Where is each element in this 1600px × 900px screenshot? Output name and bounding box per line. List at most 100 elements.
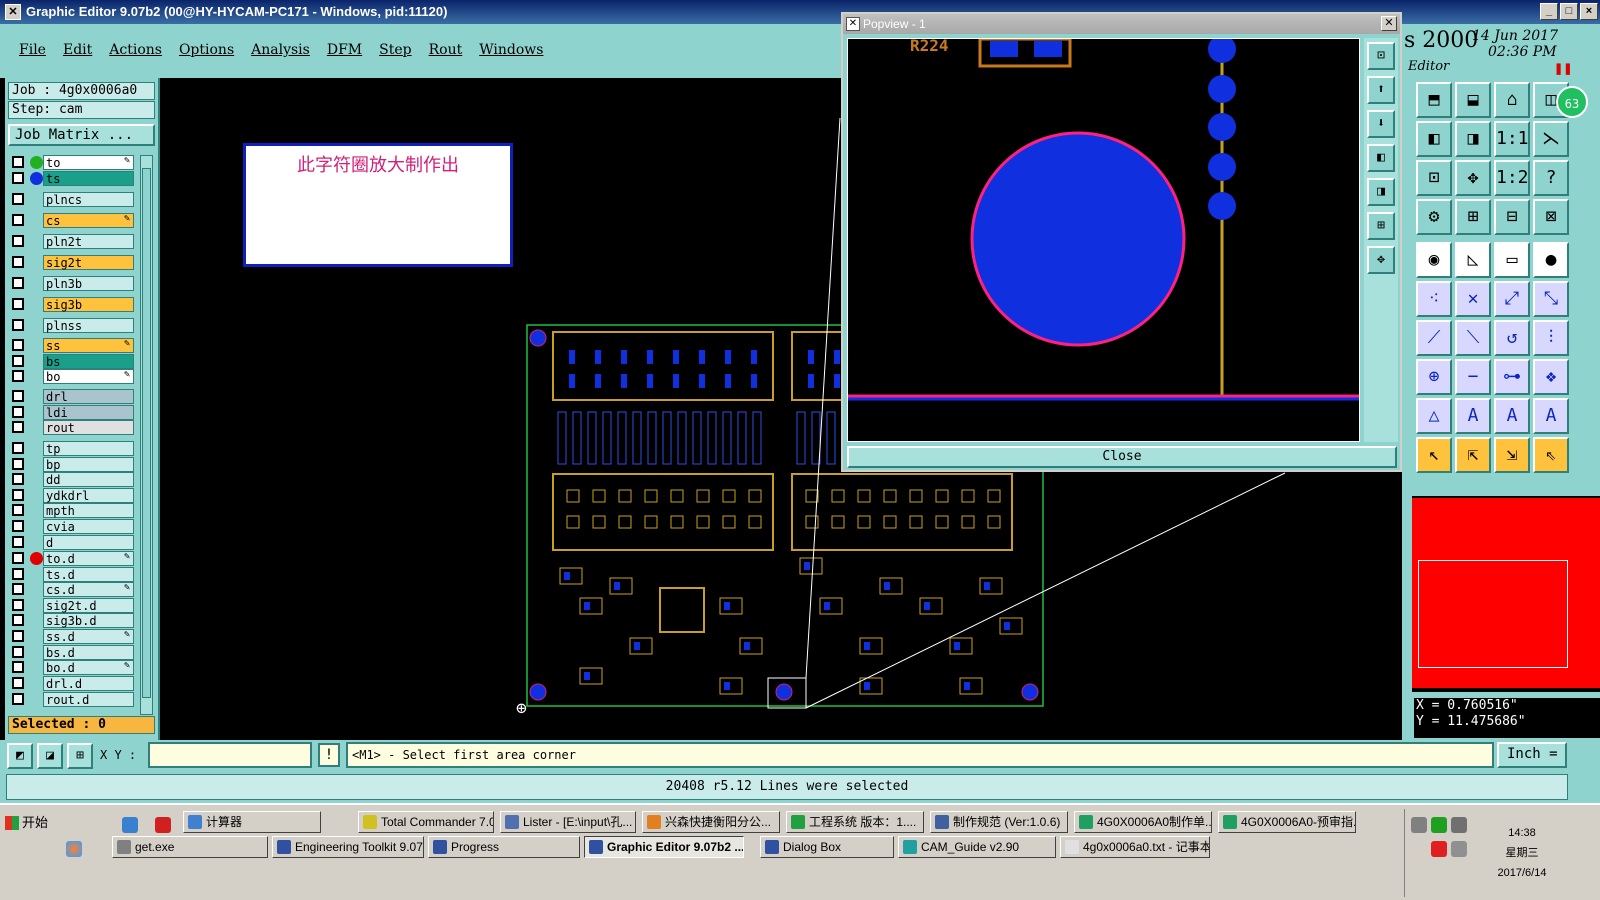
pause-icon[interactable]: ❚❚ [1554, 62, 1572, 75]
layer-name[interactable]: cs.d [43, 582, 134, 597]
layer-checkbox[interactable] [12, 172, 24, 184]
popview-close-x-button[interactable]: ✕ [1381, 16, 1397, 31]
volume-icon[interactable] [1451, 841, 1467, 857]
center-tool-icon[interactable]: ✥ [1455, 160, 1491, 196]
layer-checkbox[interactable] [12, 370, 24, 382]
layer-name[interactable]: rout [43, 420, 134, 435]
zoom-in-icon[interactable]: ⬆ [1367, 76, 1395, 104]
menu-analysis[interactable]: Analysis [251, 42, 310, 58]
menu-file[interactable]: File [19, 42, 46, 58]
layer-name[interactable]: sig2t.d [43, 598, 134, 613]
dot-icon[interactable]: ● [1533, 242, 1569, 278]
layer-row[interactable]: plncs [8, 192, 134, 207]
layer-name[interactable]: mpth [43, 503, 134, 518]
layer-name[interactable]: sig2t [43, 255, 134, 270]
popview-canvas[interactable]: R224 [847, 38, 1360, 442]
layer-name[interactable]: tp [43, 441, 134, 456]
settings-icon[interactable]: ⚙ [1416, 199, 1452, 235]
maximize-button[interactable]: □ [1560, 3, 1578, 20]
zoom-fit-icon[interactable]: ⊡ [1367, 42, 1395, 70]
layer-checkbox[interactable] [12, 473, 24, 485]
layer-row[interactable]: tp [8, 441, 134, 456]
layer-checkbox[interactable] [12, 504, 24, 516]
layer-name[interactable]: pln3b [43, 276, 134, 291]
layer-checkbox[interactable] [12, 214, 24, 226]
taskbar-button[interactable]: Total Commander 7.0... [358, 811, 494, 833]
add-pad-icon[interactable]: ⊕ [1416, 359, 1452, 395]
layer-name[interactable]: cvia [43, 519, 134, 534]
edge-icon[interactable]: ⟍ [1455, 320, 1491, 356]
layer-name[interactable]: bp [43, 457, 134, 472]
popview-close-button[interactable]: Close [847, 446, 1397, 468]
layer-row[interactable]: drl.d [8, 676, 134, 691]
layer-row[interactable]: sig2t.d [8, 598, 134, 613]
taskbar-button[interactable]: Lister - [E:\input\孔... [500, 811, 636, 833]
select-box-icon[interactable]: ⇱ [1455, 437, 1491, 473]
layer-checkbox[interactable] [12, 298, 24, 310]
select-icon[interactable]: ↖ [1416, 437, 1452, 473]
measure-icon[interactable]: ◩ [7, 743, 33, 769]
layer-checkbox[interactable] [12, 406, 24, 418]
layer-name[interactable]: ts [43, 171, 134, 186]
layer-checkbox[interactable] [12, 256, 24, 268]
layer-row[interactable]: ts.d [8, 567, 134, 582]
taskbar-button[interactable]: 4G0X0006A0-预审指... [1218, 811, 1356, 833]
move-icon[interactable]: ⤢ [1494, 281, 1530, 317]
layer-name[interactable]: ss [43, 338, 134, 353]
layer-row[interactable]: bp [8, 457, 134, 472]
layer-checkbox[interactable] [12, 599, 24, 611]
layer-checkbox[interactable] [12, 458, 24, 470]
layer-checkbox[interactable] [12, 552, 24, 564]
layer-name[interactable]: plncs [43, 192, 134, 207]
home-icon[interactable]: ⌂ [1494, 82, 1530, 118]
layer-checkbox[interactable] [12, 520, 24, 532]
zoom-box-icon[interactable]: ⊞ [1367, 212, 1395, 240]
triangle-icon[interactable]: △ [1416, 398, 1452, 434]
layer-checkbox[interactable] [12, 277, 24, 289]
layer-checkbox[interactable] [12, 339, 24, 351]
cross-icon[interactable]: ✕ [1455, 281, 1491, 317]
layer-checkbox[interactable] [12, 677, 24, 689]
layer-name[interactable]: drl [43, 389, 134, 404]
grid-tool-icon[interactable]: ⊞ [1455, 199, 1491, 235]
taskbar-button[interactable]: 计算器 [183, 811, 321, 833]
outline-a-icon[interactable]: A [1455, 398, 1491, 434]
layer-row[interactable]: d [8, 535, 134, 550]
center-icon[interactable]: ✥ [1367, 246, 1395, 274]
layer-checkbox[interactable] [12, 536, 24, 548]
pan-right-icon[interactable]: ◨ [1367, 178, 1395, 206]
layer-name[interactable]: ss.d [43, 629, 134, 644]
unit-selector[interactable]: Inch = [1497, 742, 1567, 768]
layer-name[interactable]: sig3b [43, 297, 134, 312]
quicklaunch-tool-icon[interactable] [122, 817, 138, 833]
menu-step[interactable]: Step [379, 42, 411, 58]
pad-icon[interactable]: ◉ [1416, 242, 1452, 278]
job-matrix-button[interactable]: Job Matrix ... [8, 124, 155, 146]
zoom-out-icon[interactable]: ⬇ [1367, 110, 1395, 138]
quicklaunch-icon[interactable] [66, 841, 82, 857]
start-button[interactable]: 开始 [2, 811, 56, 835]
tray-clock[interactable]: 14:38 星期三 2017/6/14 [1487, 823, 1557, 883]
layer-row[interactable]: ts [8, 171, 134, 186]
snap-tool-icon[interactable]: ⋋ [1533, 121, 1569, 157]
pan-left-tool-icon[interactable]: ◧ [1416, 121, 1452, 157]
layer-blue-icon[interactable]: ⊠ [1533, 199, 1569, 235]
arc-icon[interactable]: ↺ [1494, 320, 1530, 356]
layer-row[interactable]: cs.d ✎ [8, 582, 134, 597]
keyboard-icon[interactable] [1411, 817, 1427, 833]
connect-icon[interactable]: ⁖ [1416, 281, 1452, 317]
layer-name[interactable]: pln2t [43, 234, 134, 249]
one-to-one-icon[interactable]: 1:1 [1494, 121, 1530, 157]
ruler-icon[interactable]: ▭ [1494, 242, 1530, 278]
layer-checkbox[interactable] [12, 390, 24, 402]
close-button[interactable]: × [1580, 3, 1598, 20]
layer-row[interactable]: bo.d ✎ [8, 660, 134, 675]
layer-checkbox[interactable] [12, 421, 24, 433]
layer-row[interactable]: drl [8, 389, 134, 404]
taskbar-button[interactable]: Graphic Editor 9.07b2 ... [584, 836, 744, 858]
taskbar-button[interactable]: Progress [428, 836, 580, 858]
taskbar-button[interactable]: 4g0x0006a0.txt - 记事本 [1060, 836, 1210, 858]
taskbar-button[interactable]: Engineering Toolkit 9.07... [272, 836, 424, 858]
antivirus-icon[interactable] [1431, 841, 1447, 857]
layer-row[interactable]: plnss [8, 318, 134, 333]
